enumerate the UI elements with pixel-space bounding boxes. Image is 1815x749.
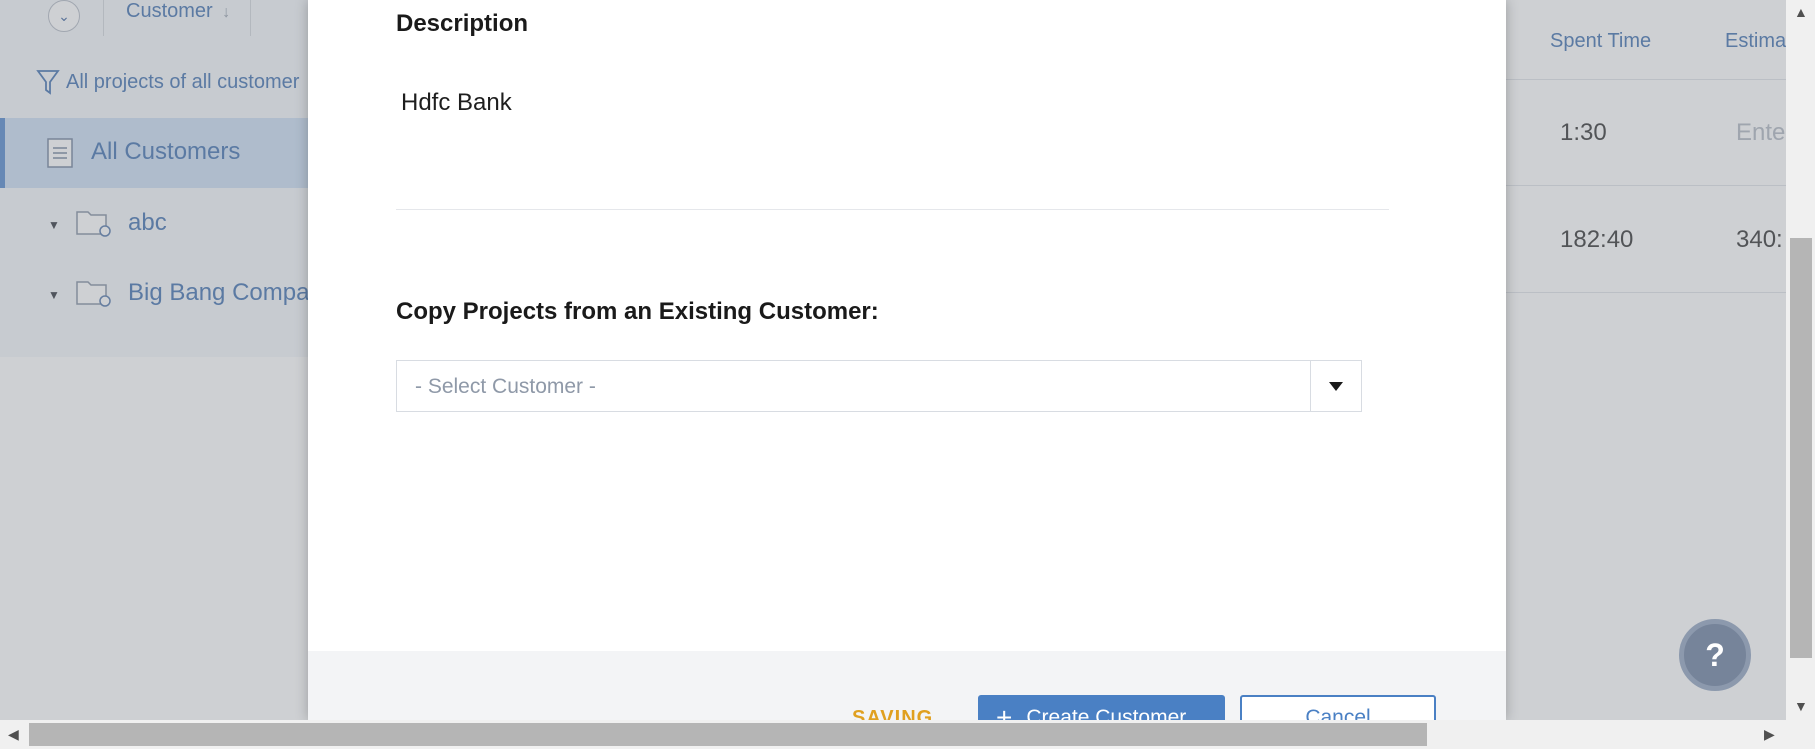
scroll-right-arrow-icon[interactable]: ▶ <box>1764 726 1775 743</box>
description-divider <box>396 209 1389 210</box>
vertical-scrollbar[interactable]: ▲ ▼ <box>1786 0 1815 720</box>
select-customer-dropdown[interactable]: - Select Customer - <box>396 360 1362 412</box>
horizontal-scroll-thumb[interactable] <box>29 723 1427 746</box>
scroll-up-arrow-icon[interactable]: ▲ <box>1794 4 1808 20</box>
question-mark-icon: ? <box>1705 636 1725 673</box>
cancel-button[interactable]: Cancel <box>1240 695 1436 720</box>
modal-footer: SAVING + Create Customer Cancel <box>308 651 1506 720</box>
cancel-label: Cancel <box>1305 706 1371 720</box>
help-button[interactable]: ? <box>1679 619 1751 691</box>
create-customer-modal: Description Hdfc Bank Copy Projects from… <box>308 0 1506 720</box>
plus-icon: + <box>996 702 1013 721</box>
caret-down-icon <box>1329 381 1343 391</box>
scroll-left-arrow-icon[interactable]: ◀ <box>8 726 19 743</box>
vertical-scroll-thumb[interactable] <box>1790 238 1812 658</box>
dropdown-toggle[interactable] <box>1310 361 1361 411</box>
create-customer-label: Create Customer <box>1026 706 1187 720</box>
horizontal-scrollbar[interactable]: ◀ ▶ <box>0 720 1786 749</box>
create-customer-button[interactable]: + Create Customer <box>978 695 1225 720</box>
copy-projects-label: Copy Projects from an Existing Customer: <box>396 298 879 325</box>
select-customer-placeholder: - Select Customer - <box>415 375 596 398</box>
description-label: Description <box>396 10 529 37</box>
scroll-down-arrow-icon[interactable]: ▼ <box>1794 698 1808 714</box>
description-field[interactable]: Hdfc Bank <box>401 89 512 117</box>
scrollbar-corner <box>1786 720 1815 749</box>
saving-status: SAVING <box>852 707 934 720</box>
